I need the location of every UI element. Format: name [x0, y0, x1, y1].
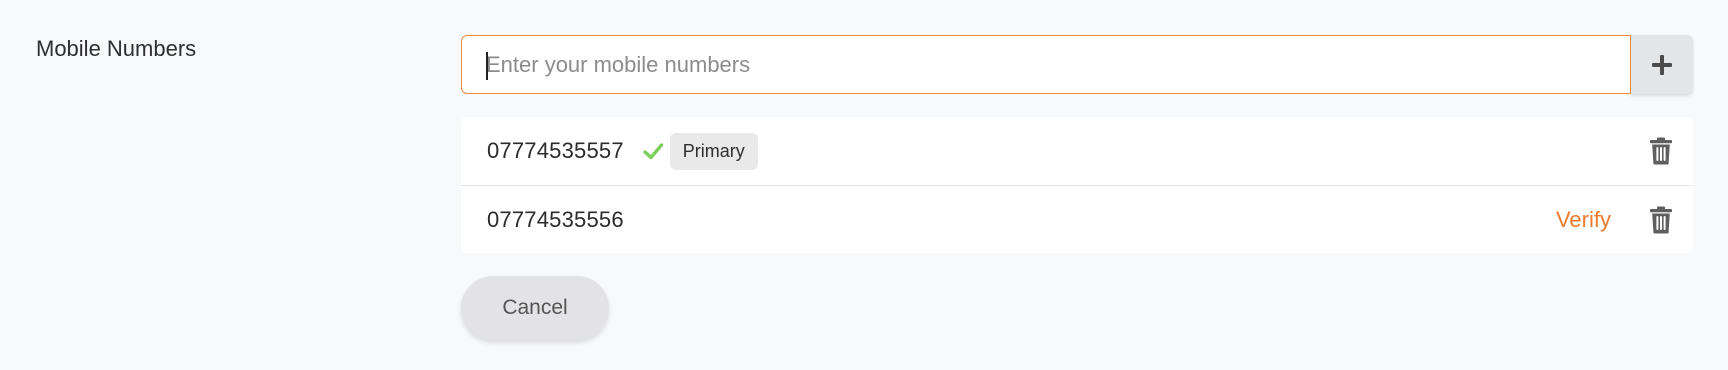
primary-badge: Primary [669, 132, 758, 170]
add-number-button[interactable] [1631, 35, 1693, 94]
trash-icon[interactable] [1649, 206, 1673, 234]
mobile-numbers-list: 07774535557 Primary 07774535556 Verify [461, 117, 1693, 253]
mobile-number-input-wrapper [461, 35, 1631, 94]
trash-icon[interactable] [1649, 137, 1673, 165]
text-caret [486, 52, 488, 80]
check-icon [643, 143, 663, 160]
mobile-number: 07774535557 [487, 138, 624, 163]
verify-link[interactable]: Verify [1556, 207, 1611, 233]
section-label: Mobile Numbers [36, 36, 197, 61]
row-actions [1649, 117, 1673, 185]
mobile-number-input[interactable] [462, 36, 1630, 93]
mobile-number: 07774535556 [487, 206, 624, 232]
cancel-button[interactable]: Cancel [461, 276, 609, 340]
row-actions: Verify [1556, 186, 1673, 253]
list-item: 07774535557 Primary [461, 117, 1693, 185]
list-item: 07774535556 Verify [461, 185, 1693, 253]
plus-icon [1652, 54, 1672, 75]
add-number-row [461, 35, 1693, 94]
